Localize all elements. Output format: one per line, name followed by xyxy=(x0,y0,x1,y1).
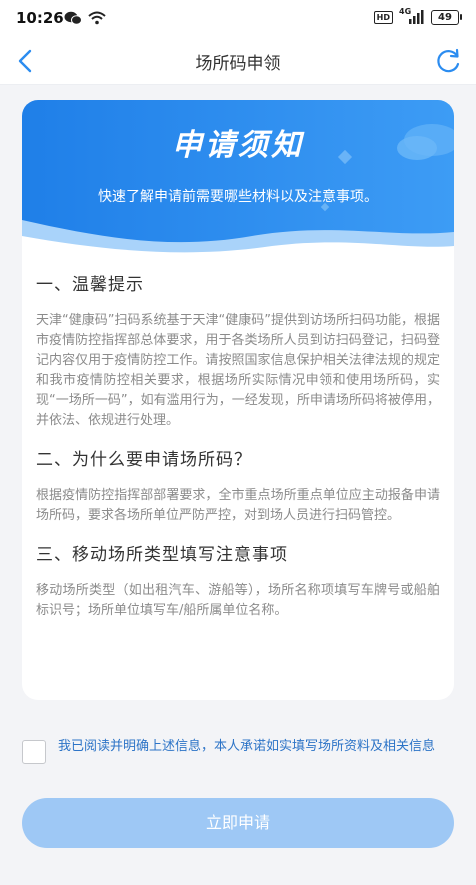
section-title: 三、移动场所类型填写注意事项 xyxy=(36,545,288,565)
wechat-icon xyxy=(64,11,82,25)
section-title: 二、为什么要申请场所码？ xyxy=(36,450,252,470)
wifi-icon xyxy=(88,11,106,25)
notice-content: 一、温馨提示 天津“健康码”扫码系统基于天津“健康码”提供到访场所扫码功能，根据… xyxy=(36,270,440,635)
refresh-icon[interactable] xyxy=(434,47,462,75)
agreement-text[interactable]: 我已阅读并明确上述信息，本人承诺如实填写场所资料及相关信息 xyxy=(58,736,454,758)
page-title: 场所码申领 xyxy=(195,54,281,74)
battery-icon: 49 xyxy=(431,9,462,25)
section-body: 移动场所类型（如出租汽车、游船等），场所名称项填写车牌号或船舶标识号；场所单位填… xyxy=(36,583,440,618)
apply-button[interactable]: 立即申请 xyxy=(22,798,454,848)
signal-icon: 4G xyxy=(399,7,425,25)
section-title: 一、温馨提示 xyxy=(36,275,144,295)
hd-icon: HD xyxy=(373,10,393,24)
agreement-checkbox[interactable] xyxy=(22,740,46,764)
notice-card: 申请须知 快速了解申请前需要哪些材料以及注意事项。 一、温馨提示 天津“健康码”… xyxy=(22,100,454,700)
bottom-spacer xyxy=(0,868,476,885)
status-time: 10:26 xyxy=(16,9,64,27)
banner-subtitle: 快速了解申请前需要哪些材料以及注意事项。 xyxy=(98,189,378,205)
section-body: 天津“健康码”扫码系统基于天津“健康码”提供到访场所扫码功能，根据市疫情防控指挥… xyxy=(36,313,440,428)
section-body: 根据疫情防控指挥部部署要求，全市重点场所重点单位应主动报备申请场所码，要求各场所… xyxy=(36,488,440,523)
banner-title: 申请须知 xyxy=(172,128,304,163)
nav-bar: 场所码申领 xyxy=(0,36,476,85)
status-bar: 10:26 HD 4G 49 xyxy=(0,0,476,36)
battery-level: 49 xyxy=(431,9,459,25)
